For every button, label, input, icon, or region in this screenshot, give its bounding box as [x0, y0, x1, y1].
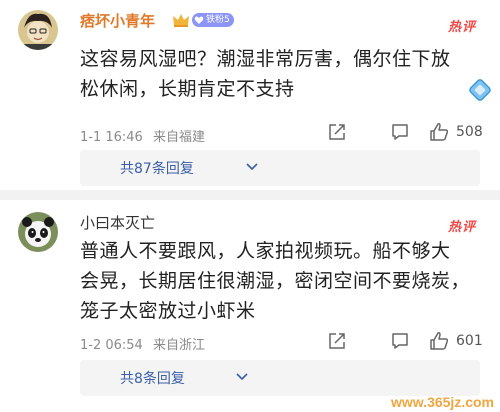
- watermark: www.365jz.com: [391, 394, 494, 410]
- like-button[interactable]: 601: [428, 330, 483, 352]
- share-icon: [329, 124, 345, 140]
- comment-meta: 1-2 06:54 来自浙江: [80, 334, 205, 353]
- like-button[interactable]: 508: [428, 121, 483, 143]
- timestamp: 1-2 06:54: [80, 338, 143, 353]
- comment-2: 小曰本灭亡 热评 普通人不要跟风，人家拍视频玩。船不够大 会晃，长期居住很潮湿，…: [0, 200, 500, 412]
- thumbs-up-icon: [430, 123, 449, 141]
- comment-button[interactable]: [390, 331, 410, 351]
- like-count: 601: [456, 333, 483, 349]
- username[interactable]: 痞坏小青年: [80, 10, 155, 31]
- comment-line: 笼子太密放过小虾米: [80, 300, 256, 322]
- thumbs-up-icon: [430, 332, 449, 350]
- avatar[interactable]: [18, 212, 58, 252]
- divider: [0, 190, 500, 200]
- view-replies-link[interactable]: 共87条回复: [120, 158, 194, 178]
- comment-text: 这容易风湿吧？潮湿非常厉害，偶尔住下放 松休闲，长期肯定不支持: [80, 44, 480, 104]
- chevron-down-icon: [236, 373, 248, 381]
- share-icon: [329, 333, 345, 349]
- share-button[interactable]: [327, 122, 347, 142]
- location: 来自浙江: [152, 338, 205, 353]
- avatar[interactable]: [18, 10, 58, 50]
- comment-1: 痞坏小青年 铁粉5 热评 这容易风湿吧？潮湿非常厉害，偶尔住下放 松休闲，长期肯…: [0, 0, 500, 190]
- username[interactable]: 小曰本灭亡: [80, 212, 155, 233]
- comment-button[interactable]: [390, 122, 410, 142]
- replies-box[interactable]: 共8条回复: [80, 360, 480, 396]
- replies-box[interactable]: 共87条回复: [80, 150, 480, 186]
- comment-meta: 1-1 16:46 来自福建: [80, 126, 205, 145]
- comment-line: 松休闲，长期肯定不支持: [80, 78, 295, 100]
- fan-badge: 铁粉5: [192, 13, 234, 27]
- comment-text: 普通人不要跟风，人家拍视频玩。船不够大 会晃，长期居住很潮湿，密闭空间不要烧炭，…: [80, 236, 480, 326]
- crown-icon: [173, 14, 189, 27]
- hot-tag: 热评: [447, 20, 476, 35]
- diamond-float-icon[interactable]: [464, 78, 494, 108]
- heart-icon: [194, 16, 204, 24]
- comment-icon: [392, 124, 408, 140]
- comment-line: 这容易风湿吧？潮湿非常厉害，偶尔住下放: [80, 48, 451, 70]
- hot-tag: 热评: [447, 220, 476, 235]
- timestamp: 1-1 16:46: [80, 130, 143, 145]
- comment-line: 会晃，长期居住很潮湿，密闭空间不要烧炭，: [80, 270, 471, 292]
- view-replies-link[interactable]: 共8条回复: [120, 368, 185, 388]
- like-count: 508: [456, 124, 483, 140]
- fan-badge-label: 铁粉5: [206, 15, 230, 25]
- location: 来自福建: [152, 130, 205, 145]
- comment-line: 普通人不要跟风，人家拍视频玩。船不够大: [80, 240, 451, 262]
- chevron-down-icon: [246, 163, 258, 171]
- share-button[interactable]: [327, 331, 347, 351]
- comment-icon: [392, 333, 408, 349]
